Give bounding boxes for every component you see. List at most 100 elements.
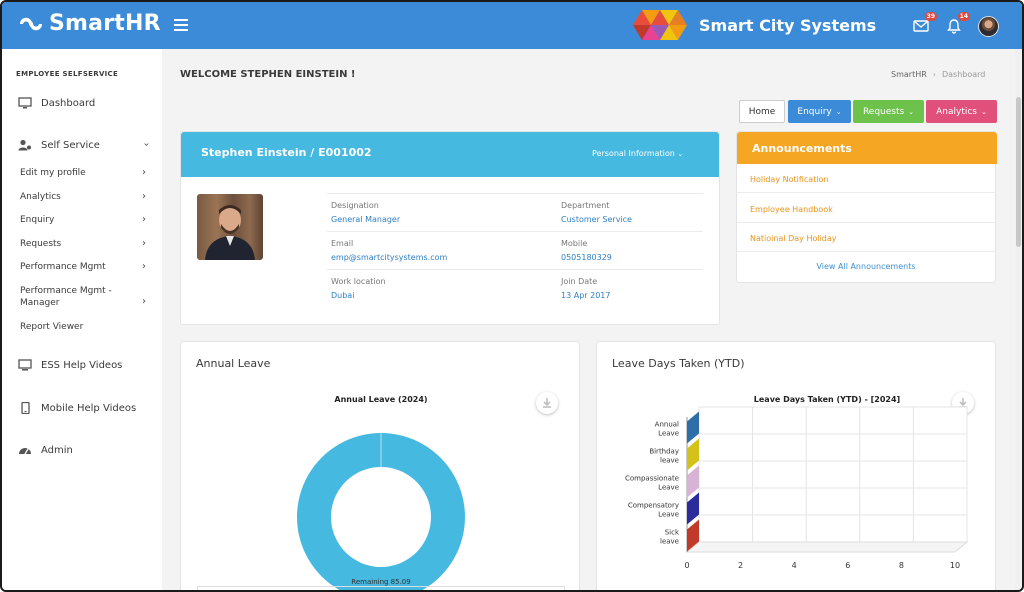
personal-info-dropdown[interactable]: Personal Information ⌄ [592,149,683,158]
sidebar-item-enquiry[interactable]: Enquiry › [20,214,150,226]
work-location-value: Dubai [331,291,355,300]
sidebar-item-requests[interactable]: Requests › [20,238,150,250]
sidebar-item-label: Enquiry [20,215,55,225]
info-row: Email emp@smartcitysystems.com Mobile 05… [327,231,703,269]
sidebar-item-label: Dashboard [41,97,96,109]
sidebar-item-label: Report Viewer [20,322,84,332]
info-row: Work location Dubai Join Date 13 Apr 201… [327,269,703,307]
x-tick-label: 6 [845,561,850,570]
view-all-announcements-link[interactable]: View All Announcements [737,262,995,271]
x-tick-label: 0 [684,561,689,570]
company-name: Smart City Systems [699,15,877,35]
leave-taken-bar-chart: 0 2 4 6 8 10 Annual Leave Birthday leave Compassio… [625,406,969,570]
menu-toggle-icon[interactable] [174,19,188,31]
app-name: SmartHR [49,11,161,36]
analytics-dropdown-button[interactable]: Analytics ⌄ [926,100,997,123]
annual-leave-card-title: Annual Leave [196,357,271,370]
announcements-card: Announcements Holiday Notification Emplo… [736,131,997,283]
bar-annual[interactable] [687,411,699,444]
designation-value: General Manager [331,215,401,224]
sidebar-item-label: Performance Mgmt - Manager [20,286,112,308]
enquiry-dropdown-button[interactable]: Enquiry ⌄ [788,100,851,123]
sidebar-item-edit-profile[interactable]: Edit my profile › [20,167,150,179]
x-tick-label: 10 [950,561,960,570]
enquiry-button-label: Enquiry [797,106,832,117]
dashboard-gauge-icon [18,444,32,456]
notifications-button[interactable]: 14 [946,12,970,34]
breadcrumb-root[interactable]: SmartHR [891,70,927,79]
user-avatar[interactable] [978,16,999,37]
person-silhouette-icon [205,205,255,260]
notification-count-badge: 14 [957,12,970,21]
bar-compassionate[interactable] [687,465,699,498]
employee-name-id: Stephen Einstein / E001002 [201,146,372,159]
sidebar-item-report-viewer[interactable]: Report Viewer [20,321,150,333]
department-label: Department [561,201,610,210]
scrollbar-thumb[interactable] [1016,97,1021,247]
sidebar-item-label: Mobile Help Videos [41,402,137,414]
email-label: Email [331,239,354,248]
home-button-label: Home [748,106,776,117]
home-button[interactable]: Home [739,100,785,123]
designation-label: Designation [331,201,379,210]
work-location-label: Work location [331,277,386,286]
sidebar-item-label: ESS Help Videos [41,359,123,371]
email-value[interactable]: emp@smartcitysystems.com [331,253,447,262]
requests-button-label: Requests [862,106,905,117]
sidebar-item-label: Performance Mgmt [20,262,106,272]
sidebar-item-analytics[interactable]: Analytics › [20,191,150,203]
page-scrollbar[interactable] [1015,49,1022,590]
annual-leave-chart-title: Annual Leave (2024) [334,395,428,404]
caret-down-icon: ⌄ [981,107,987,116]
sidebar-section-title: EMPLOYEE SELFSERVICE [16,70,119,78]
chevron-right-icon: › [142,238,146,249]
sidebar-item-mobile-videos[interactable]: Mobile Help Videos [18,401,152,415]
sidebar-item-label: Edit my profile [20,168,86,178]
x-tick-label: 2 [738,561,743,570]
donut-slice-label: Remaining 85.09 [351,578,411,586]
app-logo[interactable]: SmartHR [16,11,161,36]
y-category-label: Annual Leave [655,421,679,438]
info-row: Designation General Manager Department C… [327,193,703,231]
sidebar-item-label: Requests [20,239,62,249]
y-category-label: Birthday leave [649,448,679,465]
sidebar-item-performance[interactable]: Performance Mgmt › [20,261,150,273]
analytics-button-label: Analytics [936,106,977,117]
announcements-title: Announcements [737,132,997,164]
mail-button[interactable]: 39 [913,12,937,34]
chevron-right-icon: › [142,167,146,178]
join-date-label: Join Date [561,277,598,286]
mail-count-badge: 39 [924,12,937,21]
bar-birthday[interactable] [687,438,699,471]
top-navbar: SmartHR Smart City Systems 39 14 [2,2,1022,49]
annual-leave-card: Annual Leave Annual Leave (2024) Remaini… [180,341,580,590]
sidebar-item-self-service[interactable]: Self Service › [18,139,152,151]
announcement-item[interactable]: Natioinal Day Holiday [737,223,995,252]
plot-floor [685,541,969,553]
sidebar-item-admin[interactable]: Admin [18,444,152,456]
bar-compensatory[interactable] [687,492,699,525]
app-window: SmartHR Smart City Systems 39 14 EMPLOYE… [0,0,1024,592]
y-category-label: Compassionate Leave [625,475,679,492]
monitor-icon [18,97,32,109]
sidebar-item-dashboard[interactable]: Dashboard [18,97,152,109]
mobile-value: 0505180329 [561,253,612,262]
y-category-label: Compensatory Leave [628,502,679,519]
plot-back-wall [698,406,968,543]
announcement-item[interactable]: Holiday Notification [737,164,995,193]
sidebar-item-performance-manager[interactable]: Performance Mgmt - Manager › [20,285,150,309]
sidebar-item-label: Admin [41,444,73,456]
caret-down-icon: ⌄ [908,107,915,116]
company-logo-icon [633,10,687,40]
chevron-right-icon: › [142,296,146,307]
mobile-label: Mobile [561,239,588,248]
employee-photo [197,194,263,260]
sidebar-item-ess-videos[interactable]: ESS Help Videos [18,359,152,371]
sidebar-item-label: Self Service [41,139,100,151]
requests-dropdown-button[interactable]: Requests ⌄ [853,100,924,123]
chevron-right-icon: › [142,191,146,202]
announcement-item[interactable]: Employee Handbook [737,194,995,223]
breadcrumb: SmartHR › Dashboard [891,70,985,79]
mobile-phone-icon [18,401,32,415]
caret-down-icon: ⌄ [677,150,684,158]
